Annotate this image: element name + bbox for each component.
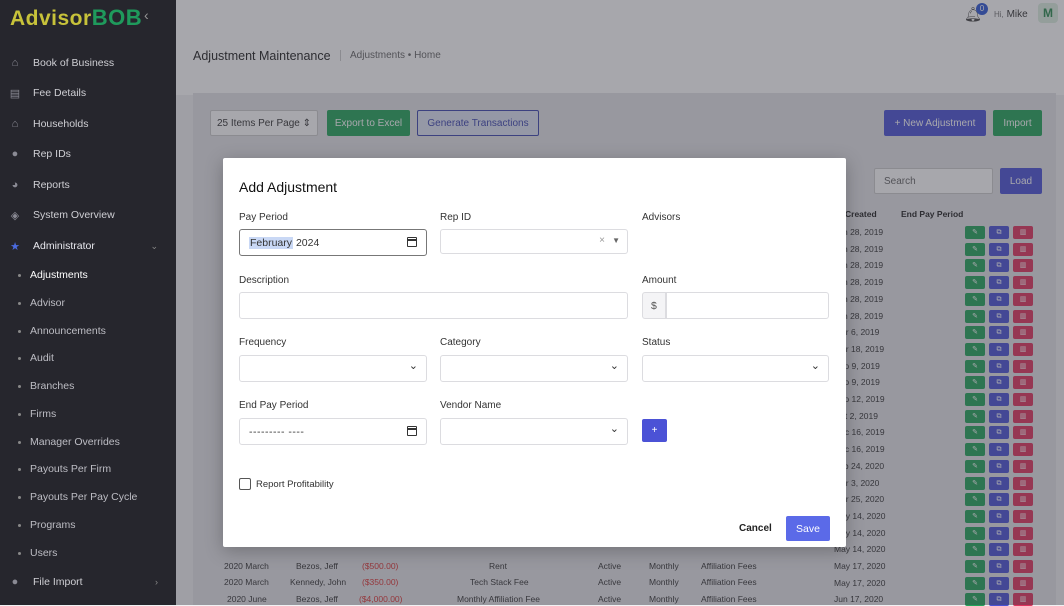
description-label: Description xyxy=(239,275,290,286)
sidebar-item-reports[interactable]: ◕ Reports xyxy=(8,173,168,197)
sidebar-item-rep-ids[interactable]: ● Rep IDs xyxy=(8,142,168,166)
chevron-right-icon: › xyxy=(155,577,158,587)
report-profitability-label[interactable]: Report Profitability xyxy=(256,479,334,490)
id-icon: ● xyxy=(11,148,19,160)
sidebar-sub-manager-overrides[interactable]: Manager Overrides xyxy=(18,436,120,448)
rep-id-select[interactable]: × ▼ xyxy=(440,229,628,254)
amount-input[interactable] xyxy=(666,292,829,319)
calendar-icon[interactable] xyxy=(407,237,417,247)
sidebar-item-system-overview[interactable]: ◈ System Overview xyxy=(8,203,168,227)
sidebar-sub-audit[interactable]: Audit xyxy=(18,352,54,364)
advisors-label: Advisors xyxy=(642,212,681,223)
sidebar-item-households[interactable]: ⌂ Households xyxy=(8,112,168,136)
amount-label: Amount xyxy=(642,275,677,286)
add-adjustment-modal: Add Adjustment Pay Period February 2024 … xyxy=(223,158,846,547)
end-pay-period-label: End Pay Period xyxy=(239,400,309,411)
user-icon: ● xyxy=(11,576,19,588)
sidebar-sub-payouts-per-firm[interactable]: Payouts Per Firm xyxy=(18,463,111,475)
home-icon: ⌂ xyxy=(11,118,19,130)
sidebar-item-fee-details[interactable]: ▤ Fee Details xyxy=(8,81,168,105)
sidebar-item-file-import[interactable]: ● File Import › xyxy=(8,570,168,594)
sidebar-sub-payouts-per-pay-cycle[interactable]: Payouts Per Pay Cycle xyxy=(18,491,137,503)
sidebar-sub-branches[interactable]: Branches xyxy=(18,380,74,392)
sidebar-sub-advisor[interactable]: Advisor xyxy=(18,297,65,309)
sidebar-sub-programs[interactable]: Programs xyxy=(18,519,76,531)
sidebar-sub-adjustments[interactable]: Adjustments xyxy=(18,269,88,281)
sidebar: AdvisorBOB ‹ ⌂ Book of Business ▤ Fee Deta… xyxy=(0,0,176,605)
modal-title: Add Adjustment xyxy=(239,179,338,195)
vendor-name-select[interactable] xyxy=(440,418,628,445)
rep-id-label: Rep ID xyxy=(440,212,472,223)
description-input[interactable] xyxy=(239,292,628,319)
end-pay-period-input[interactable]: --------- ---- xyxy=(239,418,427,445)
status-label: Status xyxy=(642,337,671,348)
shield-icon: ◈ xyxy=(10,209,20,222)
chart-icon: ◕ xyxy=(11,179,19,191)
report-profitability-checkbox[interactable] xyxy=(239,478,251,490)
document-icon: ▤ xyxy=(9,87,21,100)
add-vendor-button[interactable]: + xyxy=(642,419,667,442)
collapse-sidebar-icon[interactable]: ‹ xyxy=(144,7,149,23)
cancel-button[interactable]: Cancel xyxy=(739,523,772,534)
chevron-down-icon[interactable]: ▼ xyxy=(612,236,620,245)
frequency-label: Frequency xyxy=(239,337,287,348)
amount-prefix: $ xyxy=(642,292,666,319)
pay-period-label: Pay Period xyxy=(239,212,288,223)
vendor-name-label: Vendor Name xyxy=(440,400,502,411)
sidebar-sub-users[interactable]: Users xyxy=(18,547,57,559)
status-select[interactable] xyxy=(642,355,829,382)
chevron-down-icon: ⌄ xyxy=(150,240,158,251)
pay-period-input[interactable]: February 2024 xyxy=(239,229,427,256)
sidebar-item-administrator[interactable]: ★ Administrator ⌄ xyxy=(8,234,168,258)
frequency-select[interactable] xyxy=(239,355,427,382)
app-logo[interactable]: AdvisorBOB xyxy=(10,5,142,31)
clear-icon[interactable]: × xyxy=(599,235,605,246)
save-button[interactable]: Save xyxy=(786,516,830,541)
category-select[interactable] xyxy=(440,355,628,382)
calendar-icon[interactable] xyxy=(407,426,417,436)
category-label: Category xyxy=(440,337,481,348)
sidebar-sub-firms[interactable]: Firms xyxy=(18,408,56,420)
star-icon: ★ xyxy=(10,240,20,253)
house-icon: ⌂ xyxy=(11,57,19,69)
sidebar-item-book-of-business[interactable]: ⌂ Book of Business xyxy=(8,51,168,75)
sidebar-sub-announcements[interactable]: Announcements xyxy=(18,325,106,337)
